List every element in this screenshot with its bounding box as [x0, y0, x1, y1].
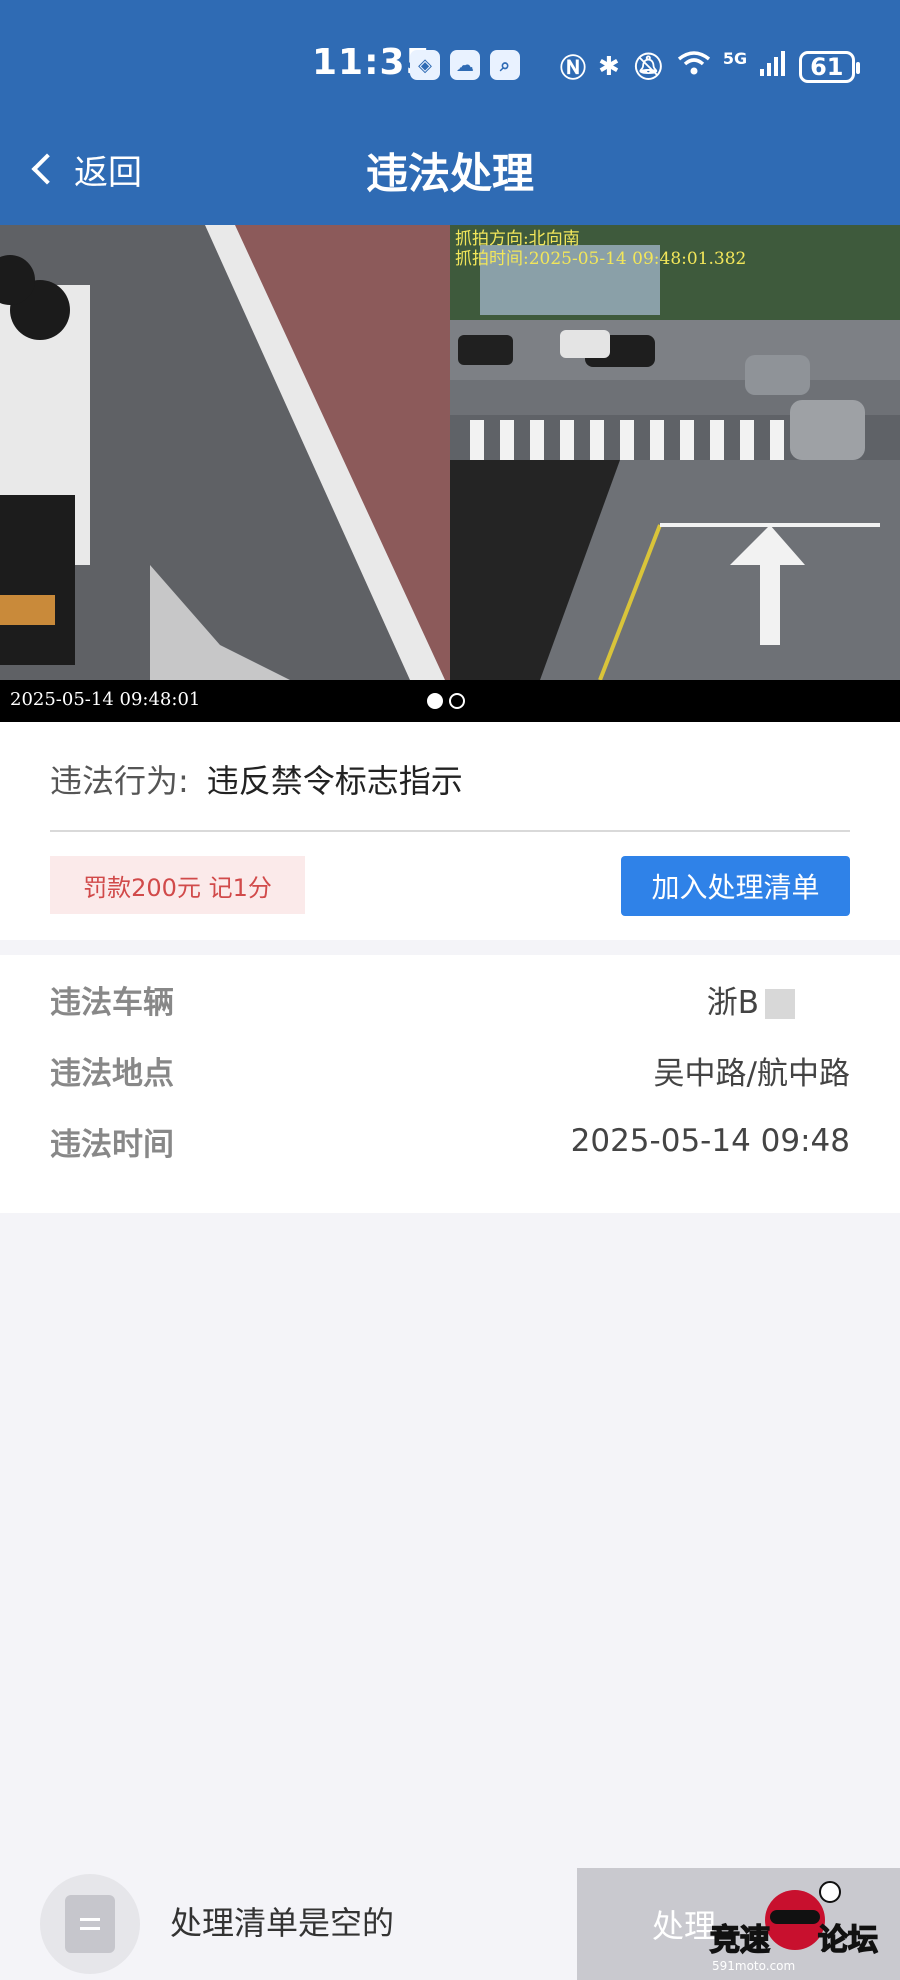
evidence-photo-carousel[interactable]: 抓拍方向:北向南 抓拍时间:2025-05-14 09:48:01.382 20… — [0, 225, 900, 722]
system-icons: Ⓝ ✱ 🔕︎ 5G 61 — [560, 48, 860, 85]
violation-details-card: 违法车辆 浙B 违法地点 吴中路/航中路 违法时间 2025-05-14 09:… — [0, 955, 900, 1213]
detail-row-time: 违法时间 2025-05-14 09:48 — [50, 1116, 850, 1166]
detail-row-vehicle: 违法车辆 浙B — [50, 974, 850, 1024]
vehicle-plate-value: 浙B — [707, 977, 795, 1022]
detail-value: 2025-05-14 09:48 — [570, 1123, 850, 1159]
detail-value: 吴中路/航中路 — [653, 1055, 850, 1092]
carousel-dot-2[interactable] — [449, 693, 465, 709]
capture-direction-text: 抓拍方向:北向南 — [455, 229, 580, 249]
svg-text:竞速: 竞速 — [710, 1923, 770, 1958]
wifi-icon — [677, 50, 711, 83]
photo-timestamp: 2025-05-14 09:48:01 — [10, 689, 201, 710]
detail-label: 违法时间 — [50, 1126, 174, 1163]
signal-icon — [759, 49, 787, 84]
bluetooth-icon: ✱ — [598, 51, 620, 82]
nfc-icon: Ⓝ — [560, 54, 587, 84]
svg-text:591moto.com: 591moto.com — [712, 1959, 795, 1973]
plate-text: 浙B — [706, 984, 759, 1021]
forum-watermark-logo: 竞速 论坛 591moto.com — [700, 1880, 890, 1975]
detail-row-location: 违法地点 吴中路/航中路 — [50, 1045, 850, 1095]
detail-label: 违法地点 — [50, 1055, 174, 1092]
network-type-label: 5G — [722, 49, 748, 68]
cube-app-icon: ◈ — [410, 50, 440, 80]
plate-mask — [765, 989, 795, 1019]
page-title: 违法处理 — [365, 149, 534, 198]
notification-app-icons: ◈ ☁ ⌕ — [410, 50, 520, 80]
violation-value: 违反禁令标志指示 — [206, 762, 463, 800]
process-list-icon-button[interactable] — [40, 1874, 140, 1974]
evidence-photo-closeup — [0, 225, 450, 680]
list-icon — [65, 1895, 115, 1953]
empty-list-text: 处理清单是空的 — [170, 1904, 395, 1942]
detail-label: 违法车辆 — [50, 984, 174, 1021]
violation-card: 违法行为: 违反禁令标志指示 罚款200元 记1分 加入处理清单 — [0, 722, 900, 940]
status-bar: 11:35 ◈ ☁ ⌕ Ⓝ ✱ 🔕︎ 5G 61 — [0, 0, 900, 130]
nav-bar: 返回 违法处理 — [0, 130, 900, 225]
violation-label: 违法行为: — [50, 762, 189, 800]
search-app-icon: ⌕ — [490, 50, 520, 80]
weather-app-icon: ☁ — [450, 50, 480, 80]
photo-overlay-caption: 抓拍方向:北向南 抓拍时间:2025-05-14 09:48:01.382 — [455, 229, 746, 269]
violation-row: 违法行为: 违反禁令标志指示 — [50, 756, 463, 802]
add-to-list-button[interactable]: 加入处理清单 — [621, 856, 850, 916]
divider — [50, 830, 850, 832]
carousel-dot-1[interactable] — [427, 693, 443, 709]
capture-time-text: 抓拍时间:2025-05-14 09:48:01.382 — [455, 249, 747, 269]
carousel-indicator — [427, 680, 465, 722]
mute-icon: 🔕︎ — [631, 51, 665, 82]
battery-icon: 61 — [799, 50, 860, 83]
evidence-photo-intersection — [450, 225, 900, 680]
app-header: 11:35 ◈ ☁ ⌕ Ⓝ ✱ 🔕︎ 5G 61 返回 违法处理 — [0, 0, 900, 225]
svg-text:论坛: 论坛 — [818, 1923, 878, 1958]
penalty-badge: 罚款200元 记1分 — [50, 856, 305, 914]
